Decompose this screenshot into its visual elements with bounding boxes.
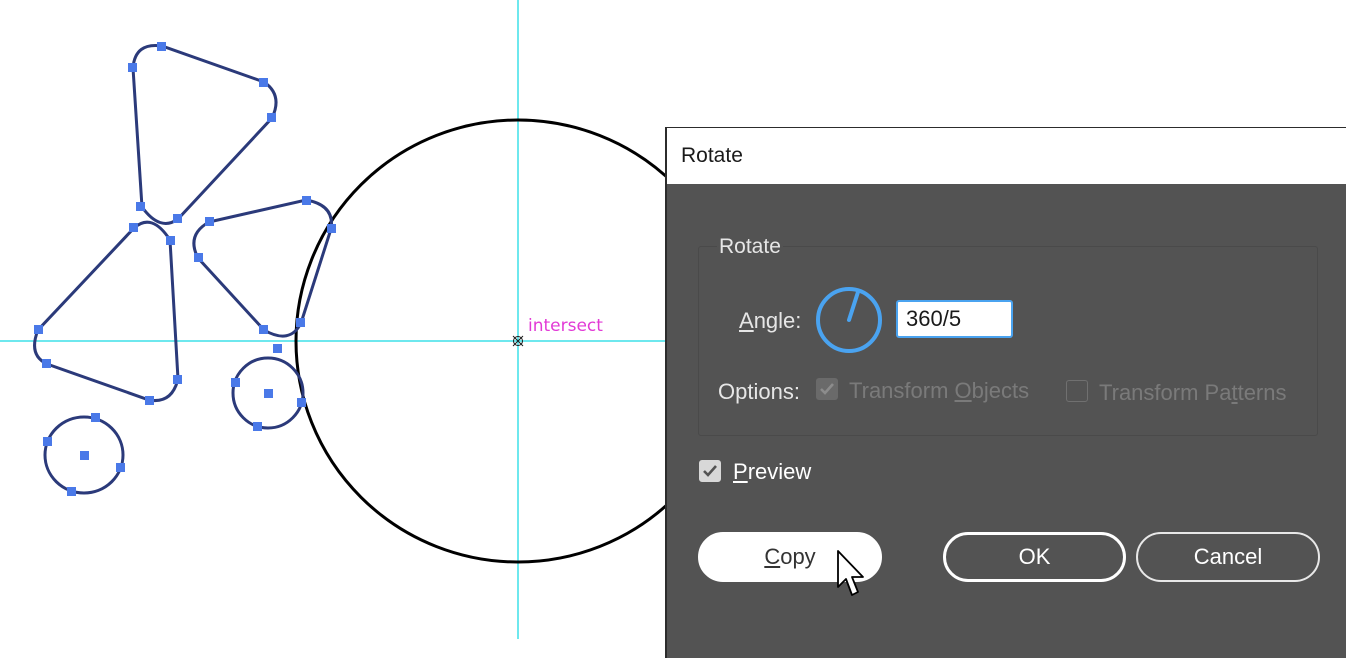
dialog-titlebar[interactable]: Rotate [667,128,1346,184]
options-label: Options: [718,379,800,404]
rotate-dialog: Rotate Rotate Angle: Options: Transform … [665,127,1346,658]
cancel-button[interactable]: Cancel [1136,532,1320,582]
transform-objects-label: Transform Objects [849,378,1030,403]
ok-button[interactable]: OK [943,532,1126,582]
transform-patterns-checkbox[interactable] [1066,380,1088,402]
mouse-pointer-icon [837,550,864,596]
checkmark-icon [820,383,834,395]
angle-dial-icon[interactable] [814,285,884,355]
preview-checkbox[interactable] [699,460,721,482]
checkmark-icon [703,465,717,477]
petal-shape-left[interactable] [33,220,180,403]
rotate-group-label: Rotate [717,235,783,259]
angle-label: Angle: [739,308,802,333]
transform-patterns-label: Transform Patterns [1099,380,1287,405]
anchor-points[interactable] [34,42,336,496]
petal-shape-top[interactable] [131,43,278,225]
transform-objects-checkbox[interactable] [816,378,838,400]
angle-input[interactable] [896,300,1013,338]
smart-guide-label: intersect [528,316,603,336]
petal-shape-right[interactable] [192,198,333,338]
rotate-group-box [698,246,1318,436]
preview-label: Preview [733,459,812,484]
dialog-title: Rotate [681,144,743,167]
